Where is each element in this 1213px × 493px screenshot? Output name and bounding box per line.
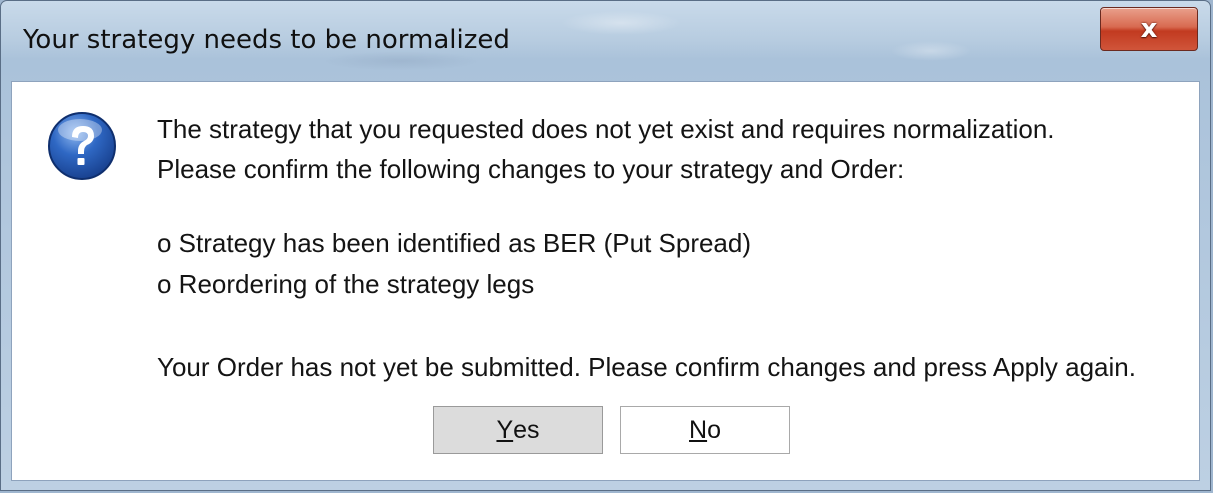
- no-mnemonic: N: [689, 415, 708, 444]
- no-button[interactable]: No: [620, 406, 790, 454]
- dialog-window: Your strategy needs to be normalized x T…: [0, 0, 1211, 491]
- dialog-body: The strategy that you requested does not…: [11, 81, 1200, 481]
- close-icon: x: [1140, 14, 1158, 44]
- message-line-2: Please confirm the following changes to …: [157, 154, 905, 184]
- yes-button[interactable]: Yes: [433, 406, 603, 454]
- title-bar[interactable]: Your strategy needs to be normalized x: [1, 1, 1210, 79]
- bullet-reordering-legs: o Reordering of the strategy legs: [157, 269, 535, 299]
- yes-label: es: [513, 415, 540, 444]
- close-button[interactable]: x: [1100, 7, 1198, 51]
- question-icon: [48, 112, 116, 180]
- dialog-title: Your strategy needs to be normalized: [23, 25, 510, 55]
- footer-message: Your Order has not yet be submitted. Ple…: [157, 352, 1136, 382]
- message-line-1: The strategy that you requested does not…: [157, 114, 1055, 144]
- bullet-strategy-identified: o Strategy has been identified as BER (P…: [157, 228, 752, 258]
- yes-mnemonic: Y: [496, 415, 514, 444]
- no-label: o: [707, 415, 721, 444]
